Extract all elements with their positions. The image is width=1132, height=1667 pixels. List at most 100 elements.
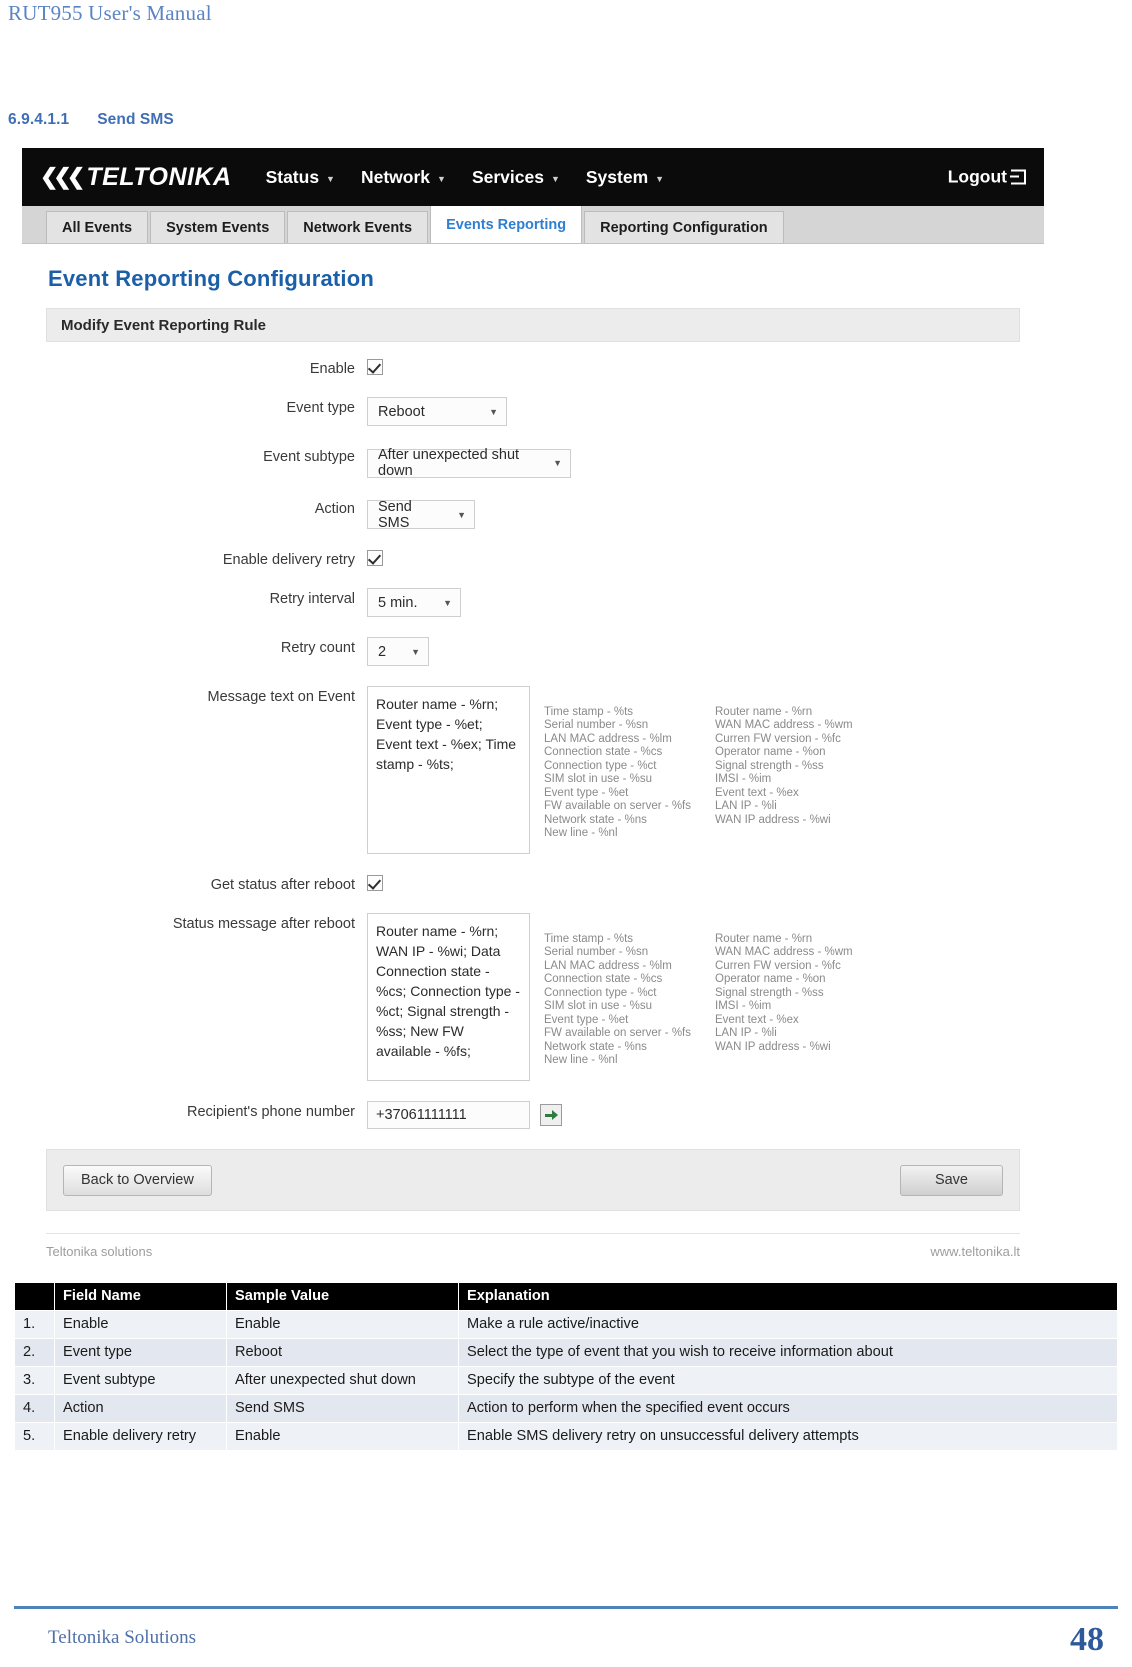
cell-index: 1. (14, 1310, 55, 1339)
nav-item-services[interactable]: Services ▼ (472, 167, 560, 188)
table-body: 1. Enable Enable Make a rule active/inac… (14, 1310, 1118, 1451)
retry-count-control: 2 ▼ (367, 637, 429, 666)
nav-label: Status (265, 166, 320, 187)
table-row: 4. Action Send SMS Action to perform whe… (14, 1394, 1118, 1423)
enable-checkbox[interactable] (367, 358, 383, 375)
phone-number-input[interactable]: +37061111111 (367, 1101, 530, 1129)
column-header-field-name: Field Name (54, 1282, 227, 1311)
cell-explanation: Enable SMS delivery retry on unsuccessfu… (458, 1422, 1118, 1451)
cell-sample-value: Enable (226, 1422, 459, 1451)
section-number: 6.9.4.1.1 (8, 111, 70, 128)
phone-number-label: Recipient's phone number (186, 1104, 355, 1120)
screenshot-body: Event Reporting Configuration Modify Eve… (22, 244, 1044, 1259)
add-recipient-button[interactable] (540, 1104, 562, 1126)
form-row-get-status: Get status after reboot (22, 874, 1044, 893)
page-number: 48 (1070, 1621, 1104, 1658)
status-message-control: Router name - %rn; WAN IP - %wi; Data Co… (367, 913, 853, 1081)
cell-index: 5. (14, 1422, 55, 1451)
brand-name: TELTONIKA (86, 162, 232, 191)
form-row-enable-delivery-retry: Enable delivery retry (22, 549, 1044, 568)
section-title: Send SMS (97, 111, 174, 128)
event-subtype-select[interactable]: After unexpected shut down ▼ (367, 447, 571, 479)
chevron-down-icon: ▼ (553, 458, 562, 468)
enable-delivery-retry-checkbox[interactable] (367, 549, 383, 566)
get-status-checkbox[interactable] (367, 874, 383, 891)
nav-item-status[interactable]: Status ▼ (266, 167, 335, 188)
form-row-status-message: Status message after reboot Router name … (22, 913, 1044, 1081)
footer-website[interactable]: www.teltonika.lt (930, 1244, 1020, 1259)
action-value: Send SMS (378, 498, 412, 531)
retry-count-value: 2 (378, 643, 387, 660)
chevron-down-icon: ▼ (411, 646, 420, 657)
main-menu: Status ▼ Network ▼ Services ▼ System ▼ (266, 167, 665, 188)
table-header-row: Field Name Sample Value Explanation (14, 1282, 1118, 1311)
chevron-down-icon: ▼ (457, 509, 466, 520)
cell-explanation: Specify the subtype of the event (458, 1366, 1118, 1395)
retry-interval-label: Retry interval (269, 591, 355, 607)
tab-events-reporting[interactable]: Events Reporting (430, 205, 583, 243)
get-status-label: Get status after reboot (210, 877, 355, 893)
table-head: Field Name Sample Value Explanation (14, 1282, 1118, 1311)
phone-number-control: +37061111111 (367, 1101, 562, 1129)
nav-item-network[interactable]: Network ▼ (361, 167, 446, 188)
retry-count-select[interactable]: 2 ▼ (367, 637, 429, 666)
hint-column-left: Time stamp - %ts Serial number - %sn LAN… (544, 932, 691, 1067)
message-text-variable-hints: Time stamp - %ts Serial number - %sn LAN… (544, 700, 853, 841)
event-type-value: Reboot (378, 403, 425, 420)
table-row: 5. Enable delivery retry Enable Enable S… (14, 1422, 1118, 1451)
chevron-down-icon: ▼ (437, 173, 446, 184)
document-running-header: RUT955 User's Manual (0, 0, 1132, 30)
screenshot-page-footer: Teltonika solutions www.teltonika.lt (46, 1233, 1020, 1259)
footer-company: Teltonika solutions (46, 1244, 153, 1259)
column-header-sample-value: Sample Value (226, 1282, 459, 1311)
tab-reporting-configuration[interactable]: Reporting Configuration (584, 211, 784, 243)
form-row-message-text: Message text on Event Router name - %rn;… (22, 686, 1044, 854)
column-header-explanation: Explanation (458, 1282, 1118, 1311)
tab-strip: All Events System Events Network Events … (22, 205, 1044, 244)
footer-divider (14, 1606, 1118, 1609)
cell-index: 2. (14, 1338, 55, 1367)
status-message-textarea[interactable]: Router name - %rn; WAN IP - %wi; Data Co… (367, 913, 530, 1081)
cell-field-name: Event type (54, 1338, 227, 1367)
back-to-overview-button[interactable]: Back to Overview (63, 1164, 212, 1196)
form-row-event-subtype: Event subtype After unexpected shut down… (22, 446, 1044, 479)
chevron-down-icon: ▼ (655, 173, 665, 184)
message-text-control: Router name - %rn; Event type - %et; Eve… (367, 686, 853, 854)
message-text-textarea[interactable]: Router name - %rn; Event type - %et; Eve… (367, 686, 530, 854)
form-row-retry-count: Retry count 2 ▼ (22, 637, 1044, 666)
cell-field-name: Event subtype (54, 1366, 227, 1395)
tab-system-events[interactable]: System Events (150, 211, 286, 243)
message-text-label: Message text on Event (207, 689, 356, 705)
cell-field-name: Action (54, 1394, 227, 1423)
tab-network-events[interactable]: Network Events (287, 211, 429, 243)
retry-count-label: Retry count (280, 640, 355, 656)
form-row-event-type: Event type Reboot ▼ (22, 397, 1044, 426)
chevron-down-icon: ▼ (326, 173, 335, 184)
table-row: 3. Event subtype After unexpected shut d… (14, 1366, 1118, 1395)
action-select[interactable]: Send SMS ▼ (367, 498, 475, 531)
nav-item-system[interactable]: System ▼ (586, 167, 664, 188)
top-navigation-bar: ❮❮❮ TELTONIKA Status ▼ Network ▼ Service… (22, 148, 1044, 206)
event-type-control: Reboot ▼ (367, 397, 507, 426)
cell-index: 4. (14, 1394, 55, 1423)
field-reference-table: Field Name Sample Value Explanation 1. E… (14, 1282, 1118, 1451)
event-type-label: Event type (286, 400, 355, 416)
cell-index: 3. (14, 1366, 55, 1395)
logout-button[interactable]: Logout (948, 167, 1026, 188)
logout-icon (1010, 169, 1026, 185)
nav-label: Services (471, 166, 544, 187)
cell-explanation: Action to perform when the specified eve… (458, 1394, 1118, 1423)
cell-sample-value: After unexpected shut down (226, 1366, 459, 1395)
form-row-action: Action Send SMS ▼ (22, 498, 1044, 531)
table-row: 1. Enable Enable Make a rule active/inac… (14, 1310, 1118, 1339)
event-type-select[interactable]: Reboot ▼ (367, 397, 507, 426)
page-title: Event Reporting Configuration (48, 266, 375, 291)
tab-all-events[interactable]: All Events (46, 211, 149, 243)
logout-label: Logout (947, 166, 1007, 187)
enable-delivery-retry-control (367, 549, 383, 567)
save-button[interactable]: Save (899, 1164, 1003, 1196)
enable-control (367, 358, 383, 376)
cell-sample-value: Enable (226, 1310, 459, 1339)
event-subtype-label: Event subtype (263, 449, 355, 465)
retry-interval-select[interactable]: 5 min. ▼ (367, 588, 461, 617)
